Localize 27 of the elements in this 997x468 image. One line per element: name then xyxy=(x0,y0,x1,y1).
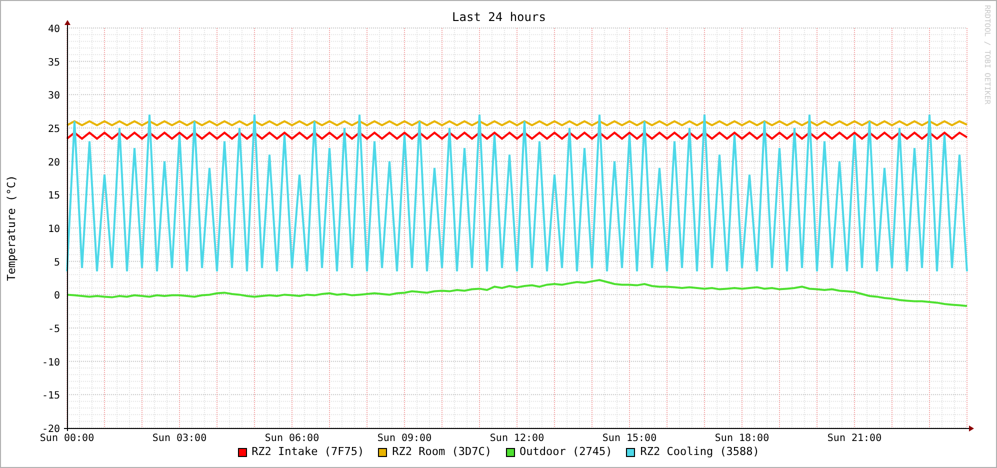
legend-label: RZ2 Room (3D7C) xyxy=(392,444,492,460)
tick-label: 5 xyxy=(54,257,60,268)
tick-label: Sun 09:00 xyxy=(377,433,432,442)
tick-label: 0 xyxy=(54,290,60,302)
tick-label: 10 xyxy=(48,224,60,235)
tick-label: Sun 15:00 xyxy=(602,433,657,442)
legend-label: RZ2 Cooling (3588) xyxy=(640,444,760,460)
tick-label: -10 xyxy=(42,357,60,368)
tick-label: Sun 06:00 xyxy=(264,433,320,442)
chart-title: Last 24 hours xyxy=(452,10,546,24)
tick-label: -5 xyxy=(48,324,60,335)
axis-title: Temperature (°C) xyxy=(5,175,18,281)
tick-label: 40 xyxy=(48,24,60,35)
tick-label: 20 xyxy=(48,157,60,168)
tick-label: 15 xyxy=(48,190,60,202)
legend-label: Outdoor (2745) xyxy=(520,444,612,460)
tick-label: -15 xyxy=(42,390,60,402)
tick-label: 25 xyxy=(48,124,60,135)
tick-label: Sun 03:00 xyxy=(152,433,207,442)
tick-label: Sun 12:00 xyxy=(490,433,544,442)
tick-label: Sun 18:00 xyxy=(714,433,770,442)
tick-label: Sun 00:00 xyxy=(40,433,94,442)
legend-label: RZ2 Intake (7F75) xyxy=(252,444,364,460)
tick-label: 30 xyxy=(48,90,60,102)
tick-label: -20 xyxy=(42,424,60,435)
tick-label: Sun 21:00 xyxy=(827,433,882,442)
tick-label: 35 xyxy=(48,57,60,68)
